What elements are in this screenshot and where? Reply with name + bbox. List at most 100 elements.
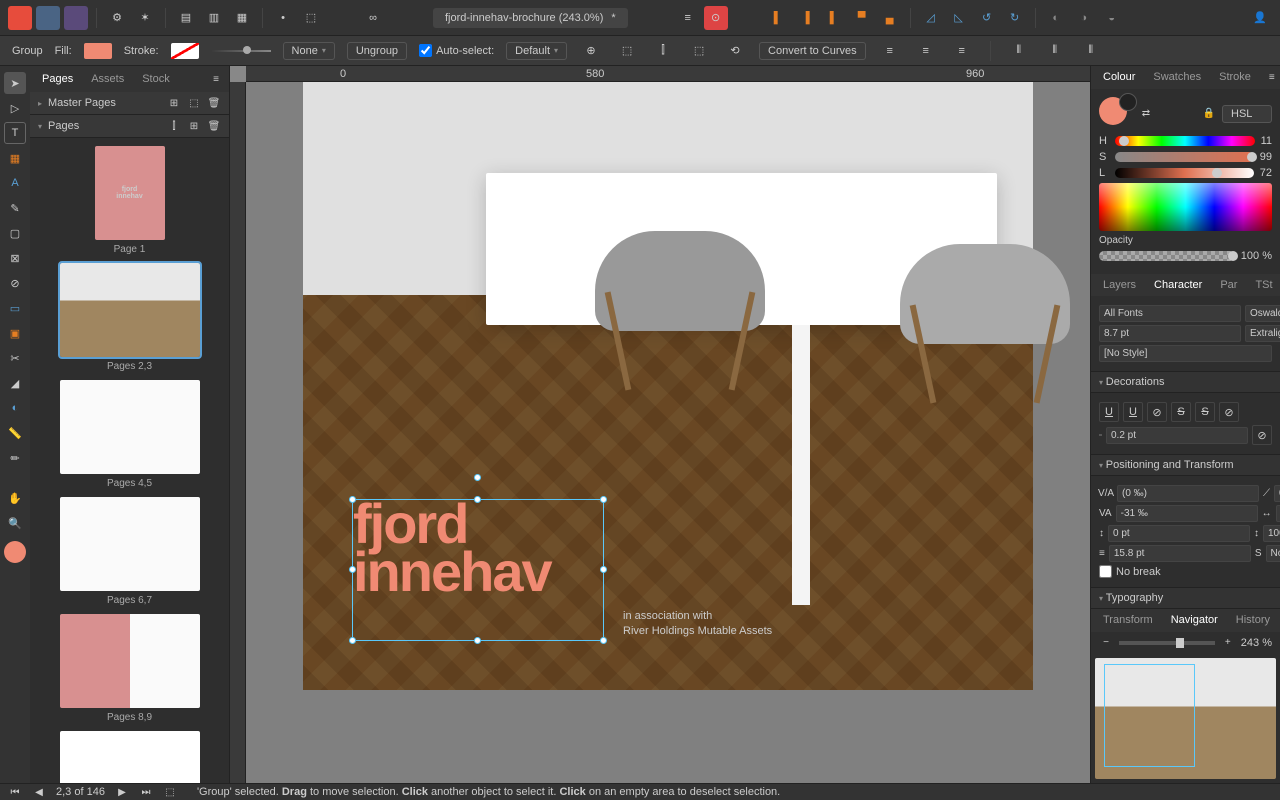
- swap-colors-icon[interactable]: ⇄: [1139, 107, 1153, 121]
- page-thumb[interactable]: fjordinnehav Page 1: [38, 146, 221, 255]
- navigator-preview[interactable]: [1095, 658, 1276, 779]
- align-top-icon[interactable]: ▀: [850, 6, 874, 30]
- swatches-tab[interactable]: Swatches: [1147, 67, 1207, 87]
- app-icon-photo[interactable]: [64, 6, 88, 30]
- page-thumb[interactable]: Pages 8,9: [38, 614, 221, 723]
- frame-ellipse-tool-icon[interactable]: ⊘: [4, 272, 26, 294]
- font-dropdown[interactable]: [1245, 305, 1280, 322]
- selected-group[interactable]: fjord innehav: [353, 500, 603, 640]
- align-v2-icon[interactable]: ⫴: [1043, 39, 1067, 63]
- show-alignment-icon[interactable]: ⫿: [651, 39, 675, 63]
- node-tool-icon[interactable]: ▷: [4, 97, 26, 119]
- prefs-icon[interactable]: ⚙: [105, 6, 129, 30]
- snapping-icon[interactable]: ⊙: [704, 6, 728, 30]
- double-strike-icon[interactable]: S: [1195, 402, 1215, 422]
- hide-selection-icon[interactable]: ⬚: [615, 39, 639, 63]
- pages-list[interactable]: fjordinnehav Page 1 Pages 2,3 Pages 4,5 …: [30, 138, 229, 783]
- stroke-swatch[interactable]: [171, 43, 199, 59]
- stock-tab[interactable]: Stock: [136, 69, 176, 89]
- app-icon-publisher[interactable]: [8, 6, 32, 30]
- view-mode-2-icon[interactable]: ▥: [202, 6, 226, 30]
- stroke-width-slider[interactable]: [211, 50, 271, 52]
- pages-header[interactable]: ▾Pages ⫿ ⊞ 🗑: [30, 115, 229, 138]
- fontset-dropdown[interactable]: [1099, 305, 1241, 322]
- paragraph-tab[interactable]: Par: [1214, 275, 1243, 295]
- positioning-header[interactable]: ▾ Positioning and Transform: [1091, 454, 1280, 476]
- kerning-input[interactable]: [1117, 485, 1259, 502]
- rotate-ccw-icon[interactable]: ↺: [975, 6, 999, 30]
- frame-rect-tool-icon[interactable]: ⊠: [4, 247, 26, 269]
- autoselect-checkbox[interactable]: [419, 44, 432, 57]
- preflight-status-icon[interactable]: ⬚: [163, 785, 177, 799]
- rectangle-tool-icon[interactable]: ▢: [4, 222, 26, 244]
- align-right-icon[interactable]: ▌: [822, 6, 846, 30]
- textstyles-tab[interactable]: TSt: [1249, 275, 1278, 295]
- light-slider[interactable]: [1115, 168, 1254, 178]
- view-mode-1-icon[interactable]: ▤: [174, 6, 198, 30]
- last-page-icon[interactable]: ⏭: [139, 785, 153, 799]
- tracking-input[interactable]: [1116, 505, 1258, 522]
- page-thumb[interactable]: Pages 6,7: [38, 497, 221, 606]
- bool-add-icon[interactable]: ◐: [1044, 6, 1068, 30]
- vector-crop-tool-icon[interactable]: ✂: [4, 347, 26, 369]
- flip-v-icon[interactable]: ◺: [947, 6, 971, 30]
- lock-icon[interactable]: 🔒: [1202, 107, 1216, 121]
- account-icon[interactable]: 👤: [1248, 6, 1272, 30]
- master-opts-icon[interactable]: ⬚: [187, 96, 201, 110]
- clip-icon[interactable]: ⬚: [299, 6, 323, 30]
- stroke-tab[interactable]: Stroke: [1213, 67, 1257, 87]
- transparency-tool-icon[interactable]: ◐: [4, 397, 26, 419]
- flip-h-icon[interactable]: ◿: [919, 6, 943, 30]
- fill-tool-icon[interactable]: ◢: [4, 372, 26, 394]
- align-left-icon[interactable]: ▌: [766, 6, 790, 30]
- app-icon-designer[interactable]: [36, 6, 60, 30]
- current-color-icon[interactable]: [4, 541, 26, 563]
- preflight-icon[interactable]: ∞: [361, 6, 385, 30]
- text-style-dropdown[interactable]: [1099, 345, 1272, 362]
- horizontal-ruler[interactable]: 0580960: [246, 66, 1090, 82]
- next-page-icon[interactable]: ▶: [115, 785, 129, 799]
- sat-slider[interactable]: [1115, 152, 1254, 162]
- artistic-text-tool-icon[interactable]: A: [4, 172, 26, 194]
- fill-swatch[interactable]: [84, 43, 112, 59]
- table-tool-icon[interactable]: ▦: [4, 147, 26, 169]
- hue-slider[interactable]: [1115, 136, 1255, 146]
- measure-tool-icon[interactable]: 📏: [4, 422, 26, 444]
- page-thumb[interactable]: Pages 2,3: [38, 263, 221, 372]
- transform-origin-icon[interactable]: ⊕: [579, 39, 603, 63]
- baseline-input[interactable]: [1108, 525, 1250, 542]
- colour-menu-icon[interactable]: ≡: [1269, 70, 1275, 84]
- align-h3-icon[interactable]: ≡: [950, 39, 974, 63]
- view-mode-3-icon[interactable]: ▦: [230, 6, 254, 30]
- autoselect-dropdown[interactable]: Default▾: [506, 42, 567, 60]
- character-tab[interactable]: Character: [1148, 275, 1208, 295]
- shear-input[interactable]: [1274, 485, 1280, 502]
- rotate-cw-icon[interactable]: ↻: [1003, 6, 1027, 30]
- subscript-input[interactable]: [1266, 545, 1280, 562]
- master-pages-header[interactable]: ▸Master Pages ⊞ ⬚ 🗑: [30, 92, 229, 115]
- font-size-input[interactable]: [1099, 325, 1241, 342]
- transform-mode-icon[interactable]: ⬚: [687, 39, 711, 63]
- page-thumb[interactable]: [38, 731, 221, 783]
- zoom-tool-icon[interactable]: 🔍: [4, 512, 26, 534]
- navigator-tab[interactable]: Navigator: [1165, 610, 1224, 630]
- leading-input[interactable]: [1109, 545, 1251, 562]
- stroke-color-swatch[interactable]: [1119, 93, 1137, 111]
- picture-frame-tool-icon[interactable]: ▭: [4, 297, 26, 319]
- move-tool-icon[interactable]: ➤: [4, 72, 26, 94]
- baseline-icon[interactable]: •: [271, 6, 295, 30]
- pages-del-icon[interactable]: 🗑: [207, 119, 221, 133]
- pages-tab[interactable]: Pages: [36, 69, 79, 89]
- zoom-in-icon[interactable]: +: [1221, 636, 1235, 650]
- align-h2-icon[interactable]: ≡: [914, 39, 938, 63]
- pan-tool-icon[interactable]: ✋: [4, 487, 26, 509]
- transform-tab[interactable]: Transform: [1097, 610, 1159, 630]
- pages-layout-icon[interactable]: ⫿: [167, 119, 181, 133]
- align-bottom-icon[interactable]: ▄: [878, 6, 902, 30]
- text-tool-icon[interactable]: T: [4, 122, 26, 144]
- canvas[interactable]: fjord innehav in association with River …: [246, 82, 1090, 783]
- underline-color-icon[interactable]: ⊘: [1147, 402, 1167, 422]
- colour-tab[interactable]: Colour: [1097, 67, 1141, 87]
- page-indicator[interactable]: 2,3 of 146: [56, 786, 105, 798]
- hscale-input[interactable]: [1276, 505, 1280, 522]
